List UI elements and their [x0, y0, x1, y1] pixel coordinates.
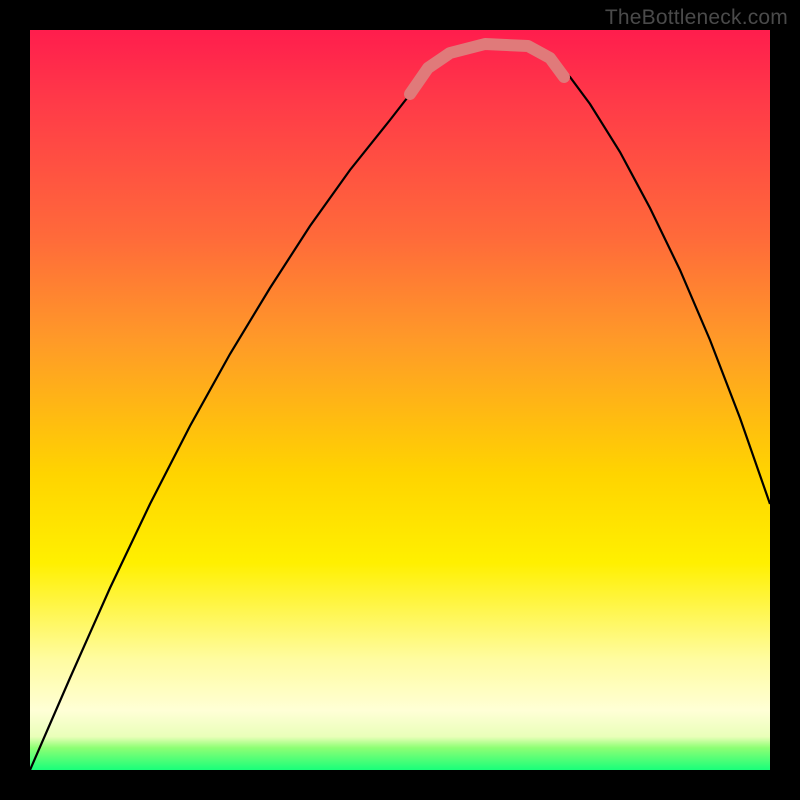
plot-area	[30, 30, 770, 770]
chart-frame: TheBottleneck.com	[0, 0, 800, 800]
main-black-curve	[30, 45, 770, 770]
pink-highlight-segment	[410, 44, 564, 94]
curve-layer	[30, 30, 770, 770]
watermark-text: TheBottleneck.com	[605, 6, 788, 30]
